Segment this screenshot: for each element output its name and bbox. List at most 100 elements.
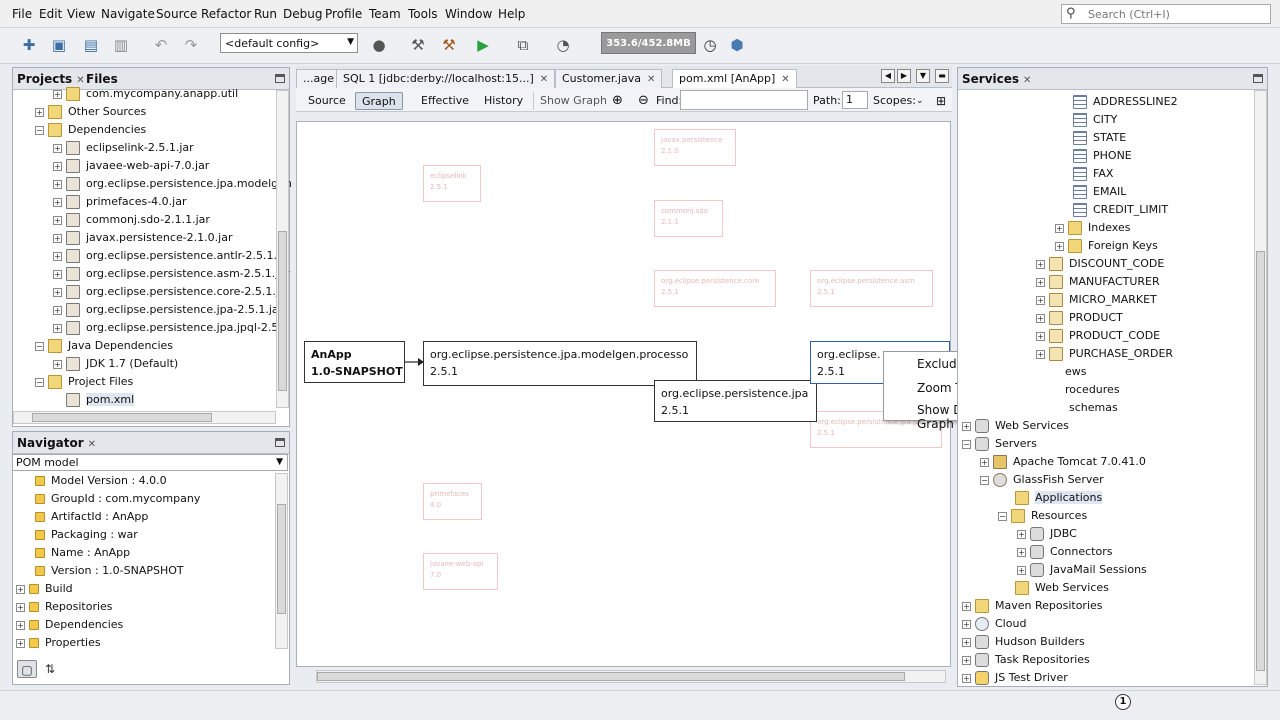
redo-icon[interactable]: ↷ xyxy=(180,34,202,56)
new-file-icon[interactable]: ✚ xyxy=(18,34,40,56)
svc-row[interactable]: + DISCOUNT_CODE xyxy=(1036,255,1164,273)
nav-row[interactable]: Packaging : war xyxy=(35,526,138,544)
view-toggle-icon[interactable]: ▢ xyxy=(17,660,37,678)
menu-help[interactable]: Help xyxy=(498,7,525,21)
svc-row[interactable]: schemas xyxy=(1069,399,1118,417)
nav-row[interactable]: Model Version : 4.0.0 xyxy=(35,472,167,490)
menu-view[interactable]: View xyxy=(67,7,95,21)
tree-row[interactable]: + javax.persistence-2.1.0.jar xyxy=(53,229,233,247)
tree-row[interactable]: + javaee-web-api-7.0.jar xyxy=(53,157,209,175)
svc-row[interactable]: + JS Test Driver xyxy=(962,669,1068,687)
tab-sql[interactable]: SQL 1 [jdbc:derby://localhost:15...] ✕ xyxy=(336,69,556,88)
tree-row[interactable]: + eclipselink-2.5.1.jar xyxy=(53,139,194,157)
svc-row[interactable]: + MANUFACTURER xyxy=(1036,273,1160,291)
svc-row[interactable]: + PRODUCT xyxy=(1036,309,1123,327)
zoom-in-icon[interactable]: ⊕ xyxy=(606,92,629,110)
svc-row[interactable]: − GlassFish Server xyxy=(980,471,1104,489)
memory-indicator[interactable]: 353.6/452.8MB xyxy=(601,32,696,54)
tree-row[interactable]: + org.eclipse.persistence.antlr-2.5.1.ja xyxy=(53,247,287,265)
menu-edit[interactable]: Edit xyxy=(39,7,62,21)
svc-row[interactable]: − Servers xyxy=(962,435,1037,453)
search-input[interactable]: ⚲ Search (Ctrl+I) xyxy=(1061,4,1271,24)
svc-row[interactable]: + Apache Tomcat 7.0.41.0 xyxy=(980,453,1146,471)
tab-services[interactable]: Services ✕ xyxy=(962,72,1031,86)
svc-row[interactable]: + MICRO_MARKET xyxy=(1036,291,1157,309)
tree-row[interactable]: + org.eclipse.persistence.jpa.jpql-2.5.1 xyxy=(53,319,289,337)
tree-row[interactable]: + org.eclipse.persistence.core-2.5.1.ja xyxy=(53,283,286,301)
config-dropdown[interactable]: <default config> ▼ xyxy=(220,33,358,53)
scroll-right-icon[interactable]: ▶ xyxy=(897,69,911,83)
clean-build-icon[interactable]: ⚒ xyxy=(438,34,460,56)
svc-row[interactable]: ADDRESSLINE2 xyxy=(1073,93,1178,111)
svc-row-applications[interactable]: Applications xyxy=(1015,489,1103,507)
open-project-icon[interactable]: ▤ xyxy=(80,34,102,56)
navigator-vscroll[interactable] xyxy=(275,473,288,649)
close-project-icon[interactable]: ▥ xyxy=(110,34,132,56)
svc-row[interactable]: + Hudson Builders xyxy=(962,633,1085,651)
minimize-icon[interactable] xyxy=(275,438,285,447)
tab-effective[interactable]: Effective xyxy=(415,92,475,110)
layout-icon[interactable]: ⊞ xyxy=(930,92,952,110)
tab-pom-xml[interactable]: pom.xml [AnApp] ✕ xyxy=(672,69,797,88)
undo-icon[interactable]: ↶ xyxy=(150,34,172,56)
svc-row[interactable]: FAX xyxy=(1073,165,1113,183)
svc-row[interactable]: + Foreign Keys xyxy=(1055,237,1158,255)
nav-row[interactable]: Name : AnApp xyxy=(35,544,130,562)
nav-row[interactable]: Version : 1.0-SNAPSHOT xyxy=(35,562,184,580)
navigator-view-select[interactable]: POM model ▼ xyxy=(12,454,288,471)
nav-row[interactable]: + Repositories xyxy=(16,598,113,616)
nav-row[interactable]: + Properties xyxy=(16,634,101,652)
menu-run[interactable]: Run xyxy=(254,7,277,21)
svc-row[interactable]: + Indexes xyxy=(1055,219,1130,237)
svc-row[interactable]: + Connectors xyxy=(1017,543,1112,561)
tree-row[interactable]: − Dependencies xyxy=(35,121,146,139)
svc-row[interactable]: Web Services xyxy=(1015,579,1109,597)
graph-node-root[interactable]: AnApp 1.0-SNAPSHOT xyxy=(304,341,405,383)
tree-row[interactable]: + JDK 1.7 (Default) xyxy=(53,355,178,373)
build-icon[interactable]: ⚒ xyxy=(407,34,429,56)
sort-icon[interactable]: ⇅ xyxy=(40,660,60,678)
tab-history[interactable]: History xyxy=(478,92,529,110)
svc-row[interactable]: + Cloud xyxy=(962,615,1026,633)
gc-icon[interactable]: ◷ xyxy=(699,34,721,56)
tab-editor-page[interactable]: ...age xyxy=(296,69,341,88)
tab-list-icon[interactable]: ▼ xyxy=(916,69,930,83)
new-project-icon[interactable]: ▣ xyxy=(48,34,70,56)
find-input[interactable] xyxy=(680,90,808,110)
nav-row[interactable]: GroupId : com.mycompany xyxy=(35,490,200,508)
graph-hscroll[interactable] xyxy=(316,670,946,683)
minimize-icon[interactable] xyxy=(275,74,285,83)
menu-window[interactable]: Window xyxy=(445,7,492,21)
maximize-icon[interactable]: ▬ xyxy=(935,69,949,83)
path-spinner[interactable]: 1 xyxy=(842,91,868,109)
profile-icon[interactable]: ◔ xyxy=(552,34,574,56)
projects-vscroll[interactable] xyxy=(276,90,289,408)
tab-customer-java[interactable]: Customer.java ✕ xyxy=(555,69,663,88)
menu-refactor[interactable]: Refactor xyxy=(201,7,251,21)
show-graph-button[interactable]: Show Graph xyxy=(533,92,613,110)
svc-row[interactable]: + Maven Repositories xyxy=(962,597,1103,615)
chevron-down-icon[interactable]: ⌄ xyxy=(910,92,930,110)
menu-source[interactable]: Source xyxy=(156,7,197,21)
svc-row[interactable]: EMAIL xyxy=(1073,183,1126,201)
tab-navigator[interactable]: Navigator ✕ xyxy=(17,436,96,450)
tab-projects[interactable]: Projects ✕ xyxy=(17,72,85,86)
menu-file[interactable]: File xyxy=(12,7,32,21)
svc-row[interactable]: + Task Repositories xyxy=(962,651,1090,669)
tree-row[interactable]: + org.eclipse.persistence.jpa.modelgen xyxy=(53,175,292,193)
tree-row[interactable]: + commonj.sdo-2.1.1.jar xyxy=(53,211,210,229)
browser-icon[interactable]: ● xyxy=(368,34,390,56)
svc-row[interactable]: rocedures xyxy=(1065,381,1120,399)
svc-row[interactable]: + Web Services xyxy=(962,417,1069,435)
menu-navigate[interactable]: Navigate xyxy=(101,7,155,21)
svc-row[interactable]: + JavaMail Sessions xyxy=(1017,561,1147,579)
nav-row[interactable]: + Build xyxy=(16,580,73,598)
tree-row[interactable]: + Other Sources xyxy=(35,103,146,121)
svc-row[interactable]: ews xyxy=(1065,363,1087,381)
tree-row[interactable]: + org.eclipse.persistence.jpa-2.5.1.jar xyxy=(53,301,283,319)
projects-hscroll[interactable] xyxy=(13,411,276,424)
run-icon[interactable]: ▶ xyxy=(472,34,494,56)
tree-row[interactable]: − Project Files xyxy=(35,373,133,391)
nav-row[interactable]: + Dependencies xyxy=(16,616,123,634)
svc-row[interactable]: − Resources xyxy=(998,507,1087,525)
